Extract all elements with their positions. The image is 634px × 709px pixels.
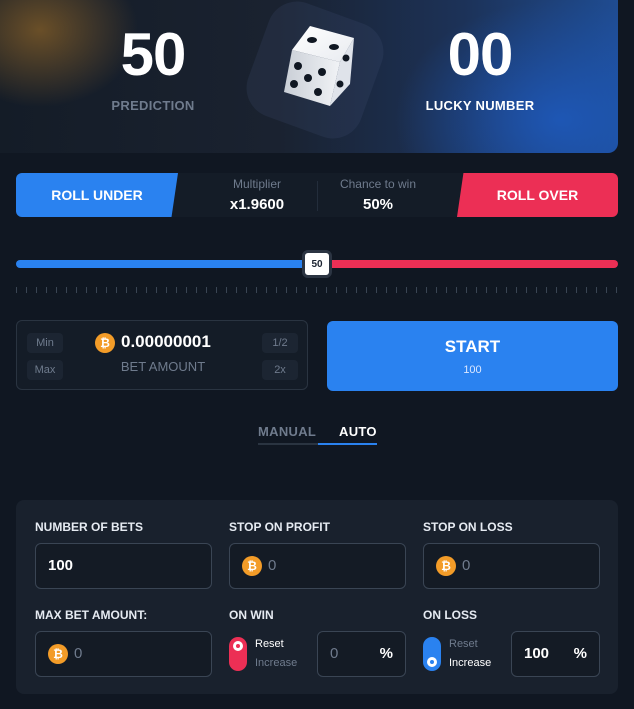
slider-ticks <box>16 287 618 293</box>
stop-on-loss-value: 0 <box>462 557 471 574</box>
start-bet-count: 100 <box>463 364 482 376</box>
max-bet-button[interactable]: Max <box>27 360 63 380</box>
on-loss-toggle[interactable] <box>423 637 441 671</box>
number-of-bets-value: 100 <box>48 557 74 574</box>
roll-over-button[interactable]: ROLL OVER <box>457 173 618 217</box>
start-label: START <box>444 337 501 356</box>
prediction-value: 50 <box>120 21 187 88</box>
bitcoin-icon: ₿ <box>48 644 68 664</box>
start-button[interactable]: START 100 <box>327 321 618 391</box>
on-win-reset-option[interactable]: Reset <box>255 638 284 650</box>
double-bet-button[interactable]: 2x <box>262 360 298 380</box>
number-of-bets-label: NUMBER OF BETS <box>35 520 143 534</box>
prediction-label: PREDICTION <box>111 98 195 113</box>
on-win-toggle-knob <box>233 641 243 651</box>
bet-amount-input[interactable]: 0.00000001 <box>121 332 211 352</box>
result-banner: 50 PREDICTION 00 LUCKY NUMBER <box>0 0 618 153</box>
chance-stat: Chance to win 50% <box>318 177 438 213</box>
half-bet-button[interactable]: 1/2 <box>262 333 298 353</box>
lucky-number-label: LUCKY NUMBER <box>425 98 535 113</box>
multiplier-label: Multiplier <box>232 177 281 191</box>
lucky-number-value: 00 <box>447 21 514 88</box>
tab-manual[interactable]: MANUAL <box>258 424 316 439</box>
on-loss-increase-option[interactable]: Increase <box>449 657 491 669</box>
bet-amount-panel: Min Max ₿ 0.00000001 BET AMOUNT 1/2 2x <box>16 320 308 390</box>
stop-on-loss-label: STOP ON LOSS <box>423 520 513 534</box>
bet-amount-label: BET AMOUNT <box>120 359 206 374</box>
on-win-percent-input[interactable]: 0 % <box>317 631 406 677</box>
bitcoin-icon: ₿ <box>242 556 262 576</box>
tab-auto[interactable]: AUTO <box>339 424 377 439</box>
multiplier-stat: Multiplier x1.9600 <box>197 177 317 213</box>
stop-on-loss-input[interactable]: ₿ 0 <box>423 543 600 589</box>
auto-bet-panel: NUMBER OF BETS STOP ON PROFIT STOP ON LO… <box>16 500 618 694</box>
chance-value: 50% <box>362 196 394 213</box>
number-of-bets-input[interactable]: 100 <box>35 543 212 589</box>
on-win-increase-option[interactable]: Increase <box>255 657 297 669</box>
on-loss-reset-option[interactable]: Reset <box>449 638 478 650</box>
max-bet-amount-input[interactable]: ₿ 0 <box>35 631 212 677</box>
slider-handle[interactable]: 50 <box>302 250 332 278</box>
on-win-toggle[interactable] <box>229 637 247 671</box>
percent-symbol: % <box>379 645 393 662</box>
slider-over-range <box>317 260 618 268</box>
max-bet-amount-value: 0 <box>74 645 83 662</box>
on-loss-label: ON LOSS <box>423 608 478 622</box>
max-bet-amount-label: MAX BET AMOUNT: <box>35 608 148 622</box>
roll-bar: ROLL UNDER ROLL OVER Multiplier x1.9600 … <box>16 173 618 217</box>
on-loss-toggle-knob <box>427 657 437 667</box>
bitcoin-icon: ₿ <box>436 556 456 576</box>
slider-under-range <box>16 260 317 268</box>
percent-symbol: % <box>573 645 587 662</box>
bitcoin-icon: ₿ <box>95 333 115 353</box>
on-win-label: ON WIN <box>229 608 274 622</box>
stop-on-profit-label: STOP ON PROFIT <box>229 520 330 534</box>
on-win-percent-value: 0 <box>330 645 339 662</box>
chance-label: Chance to win <box>339 177 417 191</box>
tab-active-indicator <box>318 443 377 445</box>
on-loss-percent-value: 100 <box>524 645 550 662</box>
on-loss-percent-input[interactable]: 100 % <box>511 631 600 677</box>
min-bet-button[interactable]: Min <box>27 333 63 353</box>
stop-on-profit-input[interactable]: ₿ 0 <box>229 543 406 589</box>
roll-under-button[interactable]: ROLL UNDER <box>16 173 178 217</box>
stop-on-profit-value: 0 <box>268 557 277 574</box>
multiplier-value: x1.9600 <box>229 196 285 213</box>
dice-icon <box>284 26 354 106</box>
